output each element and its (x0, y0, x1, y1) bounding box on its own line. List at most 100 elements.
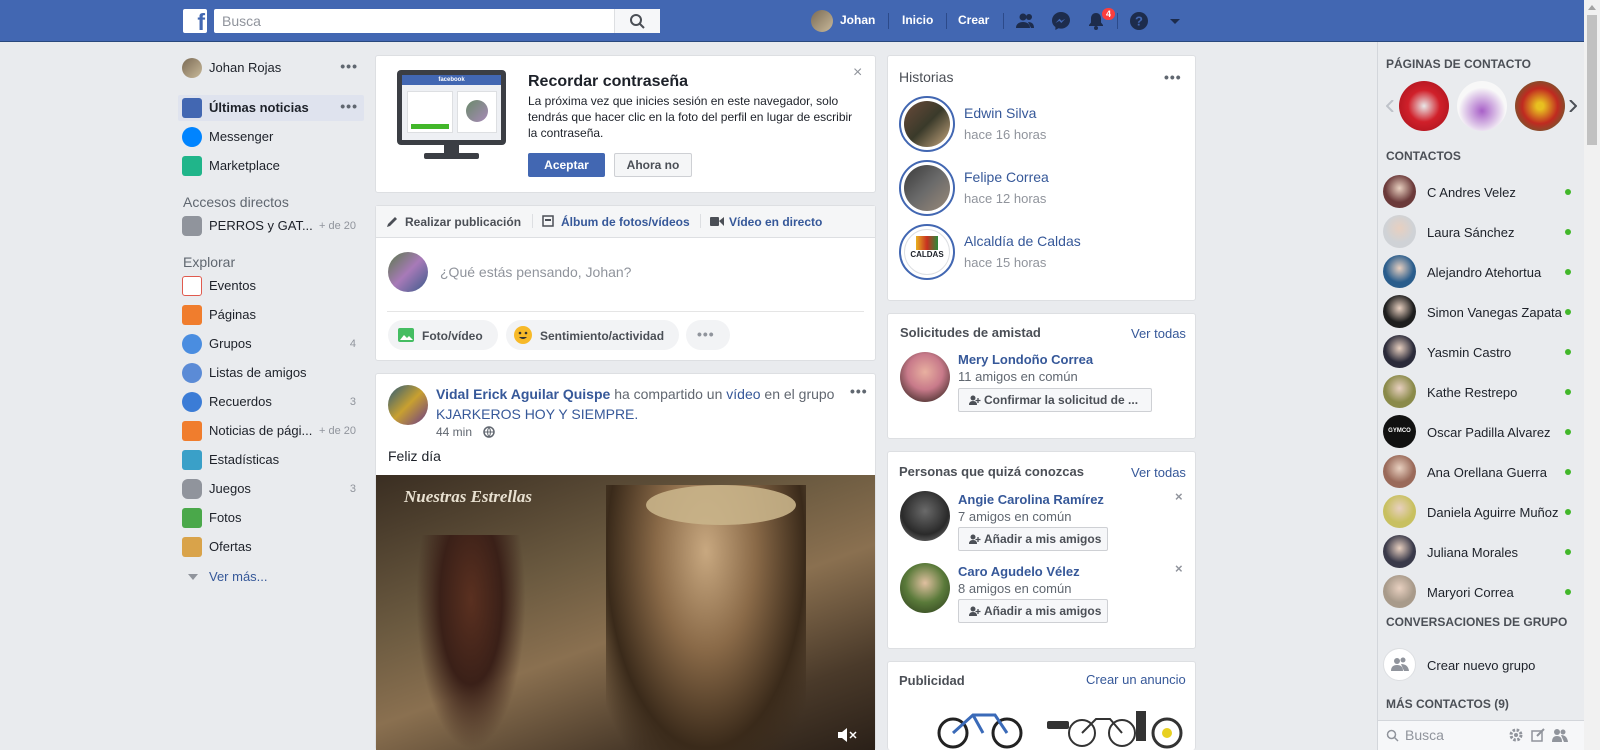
clock-icon (182, 392, 202, 412)
nav-home-link[interactable]: Inicio (902, 13, 933, 27)
contact-item[interactable]: Juliana Morales (1383, 532, 1593, 572)
ad-ebike-image[interactable] (1044, 703, 1184, 750)
chevron-right-icon[interactable] (1569, 100, 1577, 112)
new-group-icon[interactable] (1552, 728, 1568, 742)
request-name[interactable]: Mery Londoño Correa (958, 352, 1093, 367)
tab-create-post[interactable]: Realizar publicación (405, 215, 521, 229)
accept-button[interactable]: Aceptar (528, 153, 605, 177)
close-icon[interactable]: × (853, 64, 862, 82)
explore-item-insights[interactable]: Estadísticas (178, 447, 364, 473)
compose-icon[interactable] (1531, 728, 1545, 742)
explore-item-events[interactable]: Eventos (178, 273, 364, 299)
scroll-up-arrow-icon[interactable] (1588, 4, 1596, 10)
contact-item[interactable]: GYMCO Oscar Padilla Alvarez (1383, 412, 1593, 452)
contact-item[interactable]: Kathe Restrepo (1383, 372, 1593, 412)
see-all-pymk-link[interactable]: Ver todas (1131, 465, 1186, 480)
friend-requests-icon[interactable] (1015, 11, 1035, 31)
help-icon[interactable]: ? (1129, 11, 1149, 31)
more-contacts-title[interactable]: MÁS CONTACTOS (9) (1386, 697, 1509, 711)
contact-page-avatar[interactable] (1457, 81, 1507, 131)
chevron-left-icon[interactable] (1386, 100, 1394, 112)
messenger-icon[interactable] (1051, 11, 1071, 31)
contact-page-avatar[interactable] (1515, 81, 1565, 131)
contact-item[interactable]: Daniela Aguirre Muñoz (1383, 492, 1593, 532)
contact-item[interactable]: Alejandro Atehortua (1383, 252, 1593, 292)
friend-requests-title: Solicitudes de amistad (900, 325, 1041, 340)
ad-bicycle-image[interactable] (935, 705, 1025, 750)
contact-item[interactable]: Yasmin Castro (1383, 332, 1593, 372)
pymk-name[interactable]: Caro Agudelo Vélez (958, 564, 1080, 579)
explore-item-photos[interactable]: Fotos (178, 505, 364, 531)
story-avatar (904, 165, 950, 211)
pymk-name[interactable]: Angie Carolina Ramírez (958, 492, 1104, 507)
dismiss-icon[interactable]: × (1175, 561, 1183, 576)
mute-icon[interactable] (836, 727, 858, 743)
pymk-avatar[interactable] (900, 563, 950, 613)
post-options-icon[interactable]: ••• (850, 383, 868, 399)
search-button[interactable] (614, 9, 660, 33)
more-options-icon[interactable]: ••• (340, 98, 358, 114)
story-name[interactable]: Felipe Correa (964, 169, 1049, 185)
post-video-link[interactable]: vídeo (726, 386, 760, 402)
explore-item-offers[interactable]: Ofertas (178, 534, 364, 560)
add-friend-button[interactable]: Añadir a mis amigos (958, 599, 1108, 623)
add-friend-button[interactable]: Añadir a mis amigos (958, 527, 1108, 551)
chevron-down-icon[interactable] (1165, 11, 1185, 31)
story-name[interactable]: Alcaldía de Caldas (964, 233, 1081, 249)
see-all-requests-link[interactable]: Ver todas (1131, 326, 1186, 341)
see-more-link[interactable]: Ver más... (209, 569, 268, 584)
dismiss-icon[interactable]: × (1175, 489, 1183, 504)
create-ad-link[interactable]: Crear un anuncio (1086, 672, 1186, 687)
left-nav-messenger[interactable]: Messenger (178, 124, 364, 150)
story-ring[interactable] (899, 96, 955, 152)
contact-item[interactable]: Ana Orellana Guerra (1383, 452, 1593, 492)
contact-item[interactable]: Maryori Correa (1383, 572, 1593, 612)
story-name[interactable]: Edwin Silva (964, 105, 1036, 121)
post-author-avatar[interactable] (388, 385, 428, 425)
stories-options-icon[interactable]: ••• (1164, 69, 1182, 85)
request-avatar[interactable] (900, 352, 950, 402)
scrollbar-thumb[interactable] (1587, 15, 1597, 145)
explore-item-memories[interactable]: Recuerdos 3 (178, 389, 364, 415)
video-camera-icon (710, 217, 724, 226)
left-nav-profile[interactable]: Johan Rojas ••• (178, 55, 364, 81)
tab-live-video[interactable]: Vídeo en directo (729, 215, 822, 229)
contact-name: Kathe Restrepo (1427, 385, 1518, 400)
search-input[interactable]: Busca (214, 9, 660, 33)
composer-input[interactable]: ¿Qué estás pensando, Johan? (440, 264, 631, 280)
pymk-avatar[interactable] (900, 491, 950, 541)
contact-page-avatar[interactable] (1399, 81, 1449, 131)
post-video[interactable] (376, 475, 875, 750)
contact-item[interactable]: Laura Sánchez (1383, 212, 1593, 252)
nav-profile-link[interactable]: Johan (840, 13, 875, 27)
more-options-icon[interactable]: ••• (340, 58, 358, 74)
gear-icon[interactable] (1509, 728, 1523, 742)
contact-name: C Andres Velez (1427, 185, 1516, 200)
contact-item[interactable]: Simon Vanegas Zapata (1383, 292, 1593, 332)
explore-item-friend-lists[interactable]: Listas de amigos (178, 360, 364, 386)
story-ring[interactable] (899, 160, 955, 216)
story-ring[interactable]: CALDAS (899, 224, 955, 280)
confirm-request-button[interactable]: Confirmar la solicitud de ... (958, 388, 1152, 412)
post-group-link[interactable]: KJARKEROS HOY Y SIEMPRE. (436, 404, 841, 424)
user-avatar[interactable] (811, 10, 833, 32)
not-now-button[interactable]: Ahora no (614, 153, 692, 177)
chat-search-input[interactable]: Busca (1405, 727, 1444, 743)
explore-item-pages[interactable]: Páginas (178, 302, 364, 328)
nav-create-link[interactable]: Crear (958, 13, 989, 27)
tab-photo-album[interactable]: Álbum de fotos/vídeos (561, 215, 690, 229)
create-group-item[interactable]: Crear nuevo grupo (1383, 645, 1593, 685)
post-time[interactable]: 44 min (436, 425, 472, 439)
facebook-logo-icon[interactable]: f (183, 9, 207, 33)
explore-item-groups[interactable]: Grupos 4 (178, 331, 364, 357)
post-author-link[interactable]: Vidal Erick Aguilar Quispe (436, 386, 610, 402)
shortcut-count: + de 20 (318, 220, 356, 232)
explore-label: Listas de amigos (209, 365, 307, 380)
left-nav-news-feed[interactable]: Últimas noticias ••• (178, 95, 364, 121)
contact-item[interactable]: C Andres Velez (1383, 172, 1593, 212)
explore-item-pages-feed[interactable]: Noticias de pági... + de 20 (178, 418, 364, 444)
left-nav-marketplace[interactable]: Marketplace (178, 153, 364, 179)
photo-video-label: Foto/vídeo (422, 329, 483, 343)
shortcut-item[interactable]: PERROS y GAT... + de 20 (178, 213, 364, 239)
explore-item-games[interactable]: Juegos 3 (178, 476, 364, 502)
